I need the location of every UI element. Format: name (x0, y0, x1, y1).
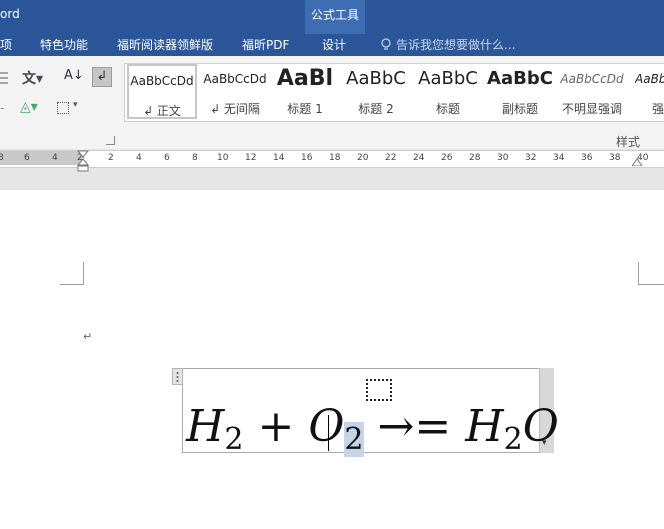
ruler-tick-label: 8 (192, 153, 198, 163)
tab-foxit-reader[interactable]: 福昕阅读器领鲜版 (117, 36, 213, 53)
show-marks-icon[interactable]: ↲ (92, 67, 112, 87)
text-effect-icon[interactable]: 文▾ (22, 68, 43, 88)
right-indent-marker-icon[interactable] (632, 158, 642, 166)
ruler-tick-label: 6 (24, 153, 30, 163)
borders-icon[interactable] (57, 102, 69, 114)
style-heading-1[interactable]: AaBl 标题 1 (270, 64, 340, 119)
app-title: ord (0, 7, 20, 21)
ruler-tick-label: 18 (329, 153, 341, 163)
ruler-tick-label: 2 (108, 153, 114, 163)
ruler-tick-label: 28 (469, 153, 481, 163)
shading-icon[interactable]: ◬▾ (20, 99, 38, 115)
text-cursor (328, 415, 329, 451)
style-subtitle[interactable]: AaBbC 副标题 (485, 64, 555, 119)
style-title[interactable]: AaBbC 标题 (413, 64, 483, 119)
style-no-spacing[interactable]: AaBbCcDd ↲ 无间隔 (200, 64, 270, 119)
lightbulb-icon (381, 38, 391, 50)
document-page[interactable] (0, 190, 664, 529)
ruler-tick-label: 4 (52, 153, 58, 163)
crop-mark-left (60, 262, 84, 285)
ruler-tick-label: 10 (217, 153, 229, 163)
eq-o-end: O (522, 401, 559, 452)
ruler-tick-label: 30 (497, 153, 509, 163)
sort-icon[interactable]: A↓ (64, 68, 84, 83)
eq-plus: + (257, 401, 295, 452)
equation-handle[interactable] (172, 368, 183, 385)
crop-mark-right (638, 262, 664, 285)
style-subtle-emphasis[interactable]: AaBbCcDd 不明显强调 (557, 64, 627, 119)
indent-marker-icon[interactable] (77, 150, 89, 172)
styles-group-label: 样式 (616, 135, 641, 149)
style-emphasis[interactable]: AaBb 强 (630, 64, 664, 119)
ruler-tick-label: 26 (441, 153, 453, 163)
ruler-tick-label: 14 (273, 153, 285, 163)
tab-design[interactable]: 设计 (322, 36, 346, 53)
grip-icon (176, 372, 179, 382)
eq-sub-2: 2 (224, 422, 244, 457)
left-edge-button[interactable]: - (0, 101, 4, 115)
ruler-tick-label: 12 (245, 153, 257, 163)
ruler-tick-label: 6 (164, 153, 170, 163)
ruler-tick-label: 22 (385, 153, 397, 163)
ruler-tick-label: 20 (357, 153, 369, 163)
eq-sub-2: 2 (503, 422, 523, 457)
ruler-tick-label: 16 (301, 153, 313, 163)
ruler-tick-label: 4 (136, 153, 142, 163)
ruler-tick-label: 8 (0, 153, 4, 163)
contextual-group-title: 公式工具 (310, 8, 359, 22)
eq-h: H (186, 401, 225, 452)
equation-content[interactable]: H2 + O2 →= H2O (186, 397, 559, 470)
ruler-tick-label: 34 (553, 153, 565, 163)
ruler-tick-label: 24 (413, 153, 425, 163)
tab-special-features[interactable]: 特色功能 (40, 36, 88, 53)
borders-dropdown[interactable]: ▾ (73, 100, 78, 110)
eq-arrow-equals: →= (377, 401, 452, 452)
tell-me-input[interactable]: 告诉我您想要做什么... (396, 36, 515, 53)
paragraph-launcher-icon[interactable] (106, 136, 115, 145)
tab-foxit-pdf[interactable]: 福昕PDF (242, 36, 289, 53)
ruler-tick-label: 38 (609, 153, 621, 163)
eq-o: O (308, 401, 345, 452)
ruler-tick-label: 36 (581, 153, 593, 163)
style-normal[interactable]: AaBbCcDd ↲ 正文 (127, 64, 197, 119)
tab-partial[interactable]: 项 (0, 36, 12, 53)
eq-h: H (465, 401, 504, 452)
paragraph-mark-icon: ↵ (83, 330, 93, 343)
ruler-tick-label: 32 (525, 153, 537, 163)
ruler-margin-left (0, 151, 84, 165)
list-icon[interactable] (0, 70, 10, 86)
style-heading-2[interactable]: AaBbC 标题 2 (341, 64, 411, 119)
eq-sub-2-selected: 2 (344, 422, 364, 457)
